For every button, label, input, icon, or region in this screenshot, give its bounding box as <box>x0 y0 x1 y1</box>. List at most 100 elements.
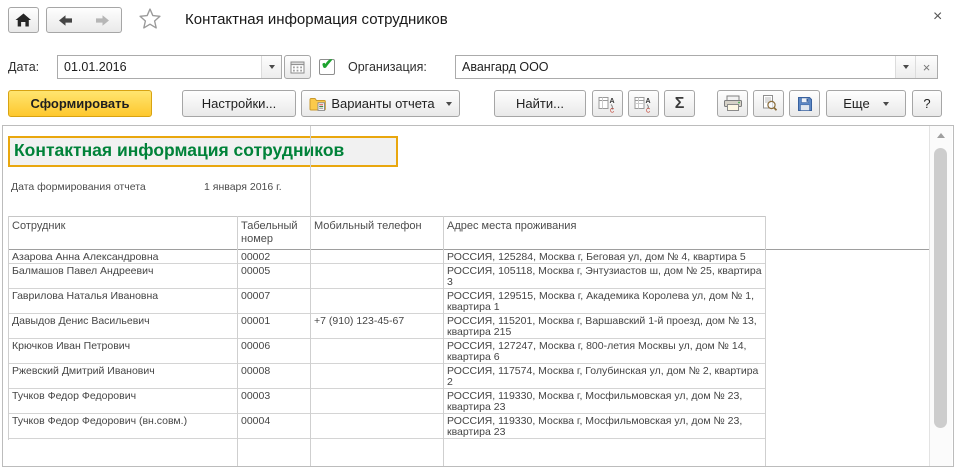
calendar-icon <box>290 60 305 74</box>
chevron-down-icon <box>882 101 889 106</box>
cell-address[interactable]: РОССИЯ, 119330, Москва г, Мосфильмовская… <box>443 388 766 414</box>
report-variants-label: Варианты отчета <box>331 96 435 111</box>
cell-name[interactable]: Гаврилова Наталья Ивановна <box>8 288 237 314</box>
calendar-button[interactable] <box>284 55 311 79</box>
chevron-down-icon <box>902 65 909 69</box>
vertical-scrollbar[interactable] <box>929 126 952 466</box>
cell-address[interactable]: РОССИЯ, 125284, Москва г, Беговая ул, до… <box>443 249 766 264</box>
print-button[interactable] <box>717 90 748 117</box>
home-icon <box>15 13 32 27</box>
cell-number[interactable]: 00007 <box>237 288 310 314</box>
clear-icon: × <box>922 59 931 75</box>
organization-input[interactable]: Авангард ООО × <box>455 55 938 79</box>
settings-button[interactable]: Настройки... <box>182 90 296 117</box>
cell-address[interactable]: РОССИЯ, 129515, Москва г, Академика Коро… <box>443 288 766 314</box>
cell-address[interactable]: РОССИЯ, 117574, Москва г, Голубинская ул… <box>443 363 766 389</box>
cell-name[interactable]: Ржевский Дмитрий Иванович <box>8 363 237 389</box>
sum-button[interactable]: Σ <box>664 90 695 117</box>
expand-groups-icon: A C <box>598 95 618 113</box>
column-header-mobile-phone[interactable]: Мобильный телефон <box>310 216 443 250</box>
cell-name[interactable]: Тучков Федор Федорович (вн.совм.) <box>8 413 237 439</box>
help-button[interactable]: ? <box>912 90 942 117</box>
organization-value[interactable]: Авангард ООО <box>456 56 895 78</box>
org-checkbox[interactable]: ✔ <box>319 56 335 75</box>
table-header-row: Сотрудник Табельный номер Мобильный теле… <box>8 216 766 250</box>
cell-number[interactable]: 00006 <box>237 338 310 364</box>
save-icon <box>797 96 813 112</box>
generate-button[interactable]: Сформировать <box>8 90 152 117</box>
cell-address[interactable]: РОССИЯ, 115201, Москва г, Варшавский 1-й… <box>443 313 766 339</box>
cell-number[interactable]: 00008 <box>237 363 310 389</box>
cell-address[interactable]: РОССИЯ, 119330, Москва г, Мосфильмовская… <box>443 413 766 439</box>
printer-icon <box>723 95 743 112</box>
save-button[interactable] <box>789 90 820 117</box>
report-variants-button[interactable]: Варианты отчета <box>301 90 460 117</box>
organization-label: Организация: <box>348 60 427 74</box>
cell-name[interactable]: Крючков Иван Петрович <box>8 338 237 364</box>
chevron-down-icon <box>268 65 275 69</box>
scroll-up-icon[interactable] <box>937 133 945 138</box>
cell-number[interactable]: 00002 <box>237 249 310 264</box>
svg-text:C: C <box>646 108 651 113</box>
table-row: Гаврилова Наталья Ивановна 00007 РОССИЯ, 1… <box>8 288 766 314</box>
generated-date-label: Дата формирования отчета <box>11 181 146 193</box>
forward-button[interactable] <box>84 7 122 33</box>
cell-phone[interactable] <box>310 363 443 389</box>
report-body: Контактная информация сотрудников Дата ф… <box>2 125 954 467</box>
forward-arrow-icon <box>95 14 110 27</box>
scroll-thumb[interactable] <box>934 148 947 428</box>
collapse-groups-icon: A C <box>634 95 654 113</box>
column-grid-line <box>237 216 238 466</box>
collapse-groups-button[interactable]: A C <box>628 90 659 117</box>
report-variants-icon <box>309 97 327 111</box>
table-row: Тучков Федор Федорович 00003 РОССИЯ, 11933… <box>8 388 766 414</box>
organization-clear-button[interactable]: × <box>915 56 937 78</box>
back-button[interactable] <box>46 7 85 33</box>
cell-address[interactable]: РОССИЯ, 105118, Москва г, Энтузиастов ш,… <box>443 263 766 289</box>
column-header-employee[interactable]: Сотрудник <box>8 216 237 250</box>
find-button[interactable]: Найти... <box>494 90 586 117</box>
cell-phone[interactable] <box>310 288 443 314</box>
date-input[interactable]: 01.01.2016 <box>57 55 282 79</box>
table-row: Азарова Анна Александровна 00002 РОССИЯ, 1… <box>8 249 766 264</box>
cell-phone[interactable] <box>310 263 443 289</box>
cell-name[interactable]: Тучков Федор Федорович <box>8 388 237 414</box>
organization-dropdown-button[interactable] <box>895 56 915 78</box>
date-label: Дата: <box>8 60 40 74</box>
report-table-body: Азарова Анна Александровна 00002 РОССИЯ, 1… <box>8 249 766 439</box>
cell-phone[interactable] <box>310 388 443 414</box>
cell-number[interactable]: 00004 <box>237 413 310 439</box>
cell-name[interactable]: Азарова Анна Александровна <box>8 249 237 264</box>
cell-phone[interactable] <box>310 249 443 264</box>
report-title-cell[interactable]: Контактная информация сотрудников <box>8 136 398 167</box>
table-row: Давыдов Денис Васильевич 00001 +7 (910) 12… <box>8 313 766 339</box>
column-grid-line <box>765 216 766 466</box>
report-title: Контактная информация сотрудников <box>14 140 345 160</box>
home-button[interactable] <box>8 7 39 33</box>
close-icon[interactable]: × <box>933 9 942 25</box>
cell-phone[interactable] <box>310 338 443 364</box>
more-button[interactable]: Еще <box>826 90 906 117</box>
generated-date-value: 1 января 2016 г. <box>204 181 282 193</box>
cell-number[interactable]: 00001 <box>237 313 310 339</box>
preview-icon <box>760 95 778 112</box>
expand-groups-button[interactable]: A C <box>592 90 623 117</box>
check-icon: ✔ <box>321 56 334 73</box>
cell-name[interactable]: Балмашов Павел Андреевич <box>8 263 237 289</box>
favorite-star-icon[interactable] <box>139 8 161 29</box>
preview-button[interactable] <box>753 90 784 117</box>
cell-number[interactable]: 00005 <box>237 263 310 289</box>
cell-number[interactable]: 00003 <box>237 388 310 414</box>
date-dropdown-button[interactable] <box>261 56 281 78</box>
column-grid-line <box>310 126 311 466</box>
cell-phone[interactable] <box>310 413 443 439</box>
svg-text:A: A <box>645 98 650 105</box>
cell-address[interactable]: РОССИЯ, 127247, Москва г, 800-летия Моск… <box>443 338 766 364</box>
table-row: Ржевский Дмитрий Иванович 00008 РОССИЯ, 11… <box>8 363 766 389</box>
column-header-address[interactable]: Адрес места проживания <box>443 216 766 250</box>
date-value[interactable]: 01.01.2016 <box>58 56 261 78</box>
cell-phone[interactable]: +7 (910) 123-45-67 <box>310 313 443 339</box>
table-row: Балмашов Павел Андреевич 00005 РОССИЯ, 105… <box>8 263 766 289</box>
cell-name[interactable]: Давыдов Денис Васильевич <box>8 313 237 339</box>
column-header-personnel-number[interactable]: Табельный номер <box>237 216 310 250</box>
